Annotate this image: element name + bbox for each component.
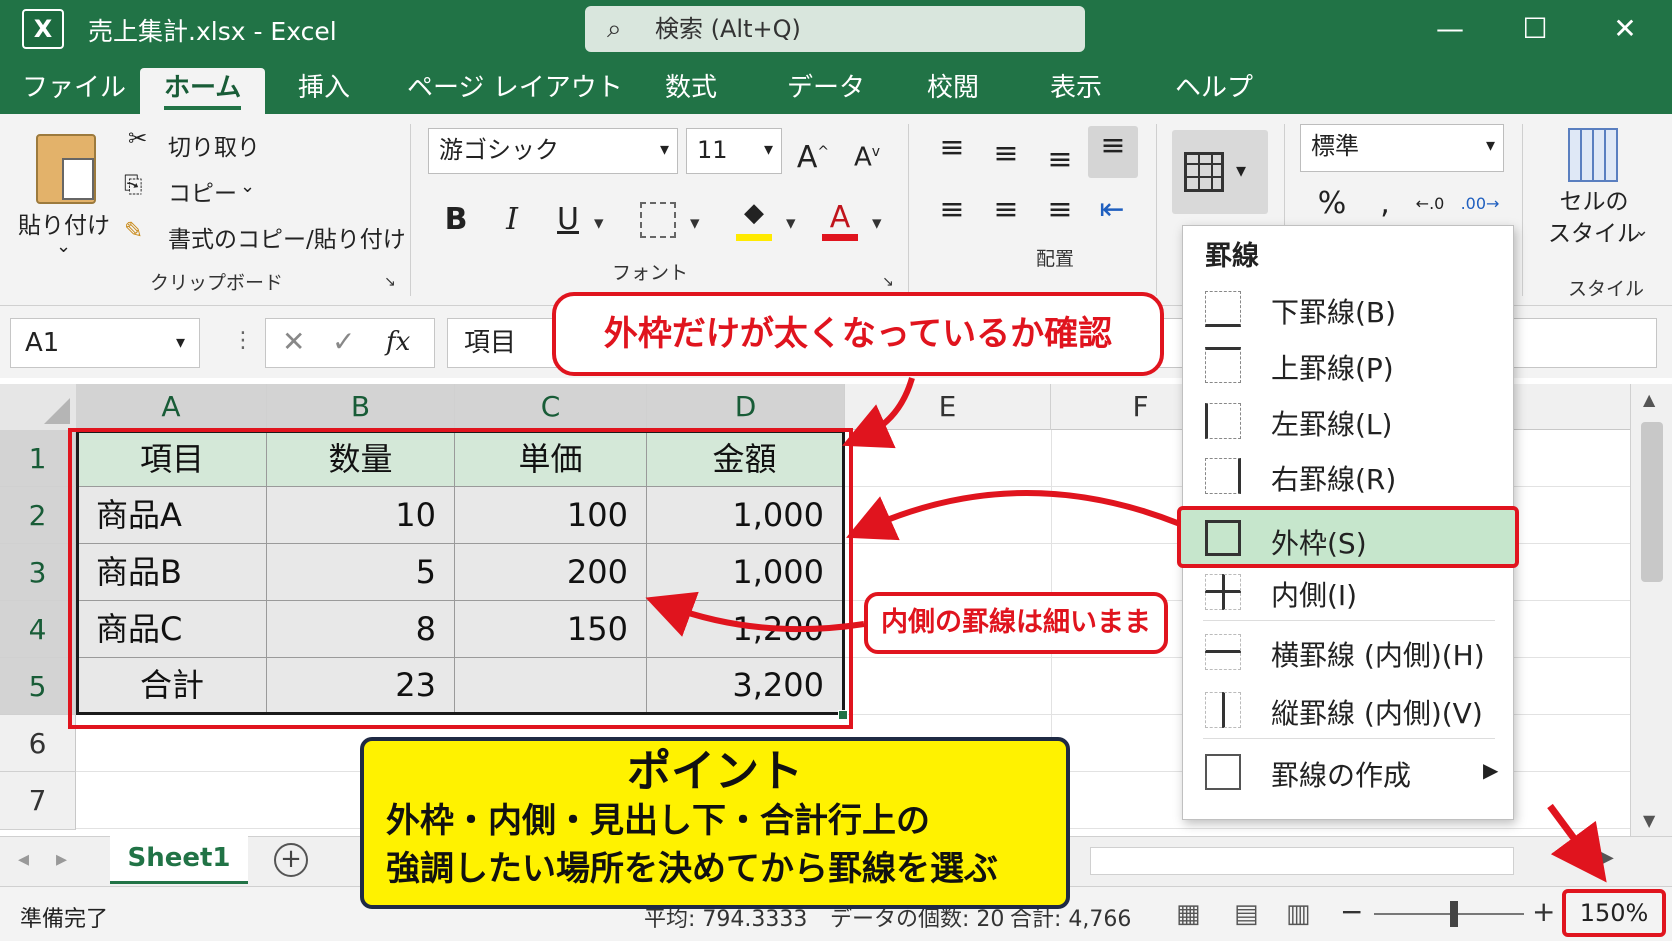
point-title: ポイント (627, 746, 803, 797)
arrow-to-zoom (1547, 803, 1607, 883)
arrow-to-inner-cells (645, 591, 865, 637)
point-callout: ポイント 外枠・内側・見出し下・合計行上の 強調したい場所を決めてから罫線を選ぶ (360, 737, 1070, 909)
arrow-from-menu (846, 489, 1182, 541)
arrow-to-table-top (842, 377, 915, 449)
point-line-2: 強調したい場所を決めてから罫線を選ぶ (386, 849, 998, 889)
point-line-1: 外枠・内側・見出し下・合計行上の (386, 801, 930, 841)
